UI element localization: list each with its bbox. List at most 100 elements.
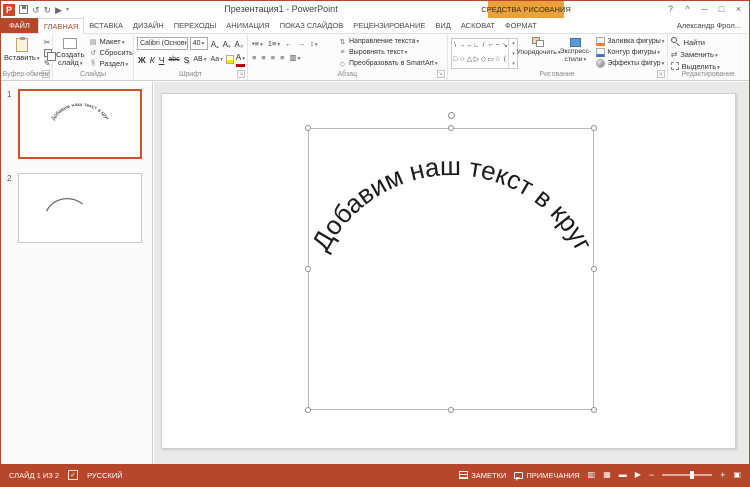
find-button[interactable]: Найти xyxy=(671,36,747,48)
shape-arrow[interactable]: → xyxy=(459,42,466,50)
shape-line[interactable]: \ xyxy=(454,42,456,50)
shape-elbow[interactable]: ∟ xyxy=(473,42,480,50)
handle-bottom-right[interactable] xyxy=(591,407,597,413)
tab-slideshow[interactable]: ПОКАЗ СЛАЙДОВ xyxy=(275,18,349,33)
handle-top-left[interactable] xyxy=(305,125,311,131)
text-shadow-button[interactable]: S xyxy=(183,54,191,66)
columns-button[interactable]: ▥ xyxy=(289,53,302,62)
minimize-button[interactable]: ─ xyxy=(696,1,713,18)
change-case-button[interactable]: Аа xyxy=(209,54,223,66)
section-button[interactable]: § Раздел xyxy=(89,58,133,69)
zoom-in-button[interactable]: + xyxy=(720,470,725,480)
align-text-button[interactable]: ≡ Выровнять текст xyxy=(338,47,438,58)
gallery-scroll-down-icon[interactable]: ▾ xyxy=(512,51,515,57)
convert-smartart-button[interactable]: ◇ Преобразовать в SmartArt xyxy=(338,58,438,69)
line-spacing-button[interactable]: ↕ xyxy=(309,39,319,48)
shape-triangle[interactable]: △ xyxy=(467,56,472,64)
shape-rectangle[interactable]: □ xyxy=(453,56,457,64)
shape-ellipse[interactable]: ○ xyxy=(460,56,464,64)
shape-fill-button[interactable]: Заливка фигуры xyxy=(596,36,664,47)
align-right-button[interactable]: ≡ xyxy=(270,53,276,62)
reset-button[interactable]: ↺ Сбросить xyxy=(89,47,133,58)
clipboard-dialog-launcher[interactable]: ↘ xyxy=(42,70,50,78)
font-size-combo[interactable]: 40 xyxy=(190,37,208,50)
grow-font-button[interactable]: А▴ xyxy=(210,38,220,50)
zoom-out-button[interactable]: − xyxy=(649,470,654,480)
paragraph-dialog-launcher[interactable]: ↘ xyxy=(437,70,445,78)
qat-customize-icon[interactable]: ▾ xyxy=(66,6,69,13)
shrink-font-button[interactable]: А▾ xyxy=(222,38,232,50)
zoom-slider-thumb[interactable] xyxy=(690,471,694,479)
shape-arrow-diag[interactable]: ↘ xyxy=(502,42,508,50)
notes-toggle[interactable]: ЗАМЕТКИ xyxy=(459,471,506,480)
close-button[interactable]: × xyxy=(730,1,747,18)
tab-transitions[interactable]: ПЕРЕХОДЫ xyxy=(169,18,222,33)
shape-effects-button[interactable]: Эффекты фигур xyxy=(596,58,664,69)
arrange-button[interactable]: Упорядочить xyxy=(518,36,558,69)
underline-button[interactable]: Ч xyxy=(158,54,166,66)
language-indicator[interactable]: РУССКИЙ xyxy=(87,471,123,480)
shape-curve[interactable]: ~ xyxy=(496,42,500,50)
clear-formatting-button[interactable]: А✕ xyxy=(233,38,245,50)
tab-addin[interactable]: АСКОВАТ xyxy=(456,18,500,33)
tab-view[interactable]: ВИД xyxy=(430,18,455,33)
help-button[interactable]: ? xyxy=(662,1,679,18)
reading-view-button[interactable]: ▬ xyxy=(619,470,627,480)
gallery-more-icon[interactable]: ▾ xyxy=(512,61,515,67)
comments-toggle[interactable]: ПРИМЕЧАНИЯ xyxy=(514,471,579,480)
tab-review[interactable]: РЕЦЕНЗИРОВАНИЕ xyxy=(348,18,430,33)
slide-indicator[interactable]: СЛАЙД 1 ИЗ 2 xyxy=(9,471,59,480)
paste-button[interactable]: Вставить xyxy=(4,36,40,68)
tab-file[interactable]: ФАЙЛ xyxy=(1,18,38,33)
font-dialog-launcher[interactable]: ↘ xyxy=(237,70,245,78)
bold-button[interactable]: Ж xyxy=(137,54,147,66)
drawing-dialog-launcher[interactable]: ↘ xyxy=(657,70,665,78)
spellcheck-icon[interactable]: ✓ xyxy=(68,470,78,480)
text-direction-button[interactable]: ⇅ Направление текста xyxy=(338,36,438,47)
strikethrough-button[interactable]: abc xyxy=(167,54,180,66)
shape-line-2[interactable]: / xyxy=(483,42,485,50)
new-slide-button[interactable]: Создать слайд xyxy=(56,36,85,69)
redo-icon[interactable]: ↻ xyxy=(44,4,52,16)
handle-top-right[interactable] xyxy=(591,125,597,131)
increase-indent-button[interactable]: → xyxy=(297,39,307,48)
shape-triangle-right[interactable]: ▷ xyxy=(474,56,479,64)
ribbon-options-button[interactable]: ^ xyxy=(679,1,696,18)
handle-top-middle[interactable] xyxy=(448,125,454,131)
tab-home[interactable]: ГЛАВНАЯ xyxy=(38,18,84,34)
bullets-button[interactable]: •≡ xyxy=(251,39,264,48)
tab-animations[interactable]: АНИМАЦИЯ xyxy=(221,18,274,33)
handle-middle-right[interactable] xyxy=(591,266,597,272)
replace-button[interactable]: ⇄ Заменить xyxy=(671,48,747,60)
maximize-button[interactable]: □ xyxy=(713,1,730,18)
handle-middle-left[interactable] xyxy=(305,266,311,272)
shape-rounded-rect[interactable]: ▭ xyxy=(487,56,494,64)
handle-bottom-middle[interactable] xyxy=(448,407,454,413)
cut-icon[interactable]: ✂ xyxy=(44,38,52,47)
gallery-scroll-up-icon[interactable]: ▴ xyxy=(512,40,515,46)
rotate-handle[interactable] xyxy=(448,112,455,119)
tab-design[interactable]: ДИЗАЙН xyxy=(128,18,169,33)
shape-connector[interactable]: ⌐ xyxy=(489,42,493,50)
handle-bottom-left[interactable] xyxy=(305,407,311,413)
save-icon[interactable] xyxy=(19,5,28,14)
align-center-button[interactable]: ≡ xyxy=(260,53,266,62)
highlight-color-icon[interactable] xyxy=(226,55,234,64)
decrease-indent-button[interactable]: ← xyxy=(284,39,294,48)
undo-icon[interactable]: ↺ xyxy=(32,4,40,16)
slide-1-thumbnail[interactable]: Добавим наш текст в круг xyxy=(18,89,142,159)
layout-button[interactable]: ▤ Макет xyxy=(89,36,133,47)
numbering-button[interactable]: 1≡ xyxy=(267,39,281,48)
shape-star[interactable]: ☆ xyxy=(495,56,501,64)
slide-sorter-view-button[interactable]: ▦ xyxy=(603,470,611,480)
copy-icon[interactable] xyxy=(44,49,52,57)
fit-to-window-button[interactable]: ▣ xyxy=(733,470,741,480)
italic-button[interactable]: К xyxy=(149,54,156,66)
signed-in-user[interactable]: Александр Фрол... xyxy=(677,18,749,33)
character-spacing-button[interactable]: АВ xyxy=(192,54,207,66)
slide-2-thumbnail[interactable] xyxy=(18,173,142,243)
shape-outline-button[interactable]: Контур фигуры xyxy=(596,47,664,58)
font-name-combo[interactable]: Calibri (Основн xyxy=(137,37,188,50)
powerpoint-app-icon[interactable]: P xyxy=(3,4,15,16)
shape-bracket[interactable]: ( xyxy=(504,56,506,64)
